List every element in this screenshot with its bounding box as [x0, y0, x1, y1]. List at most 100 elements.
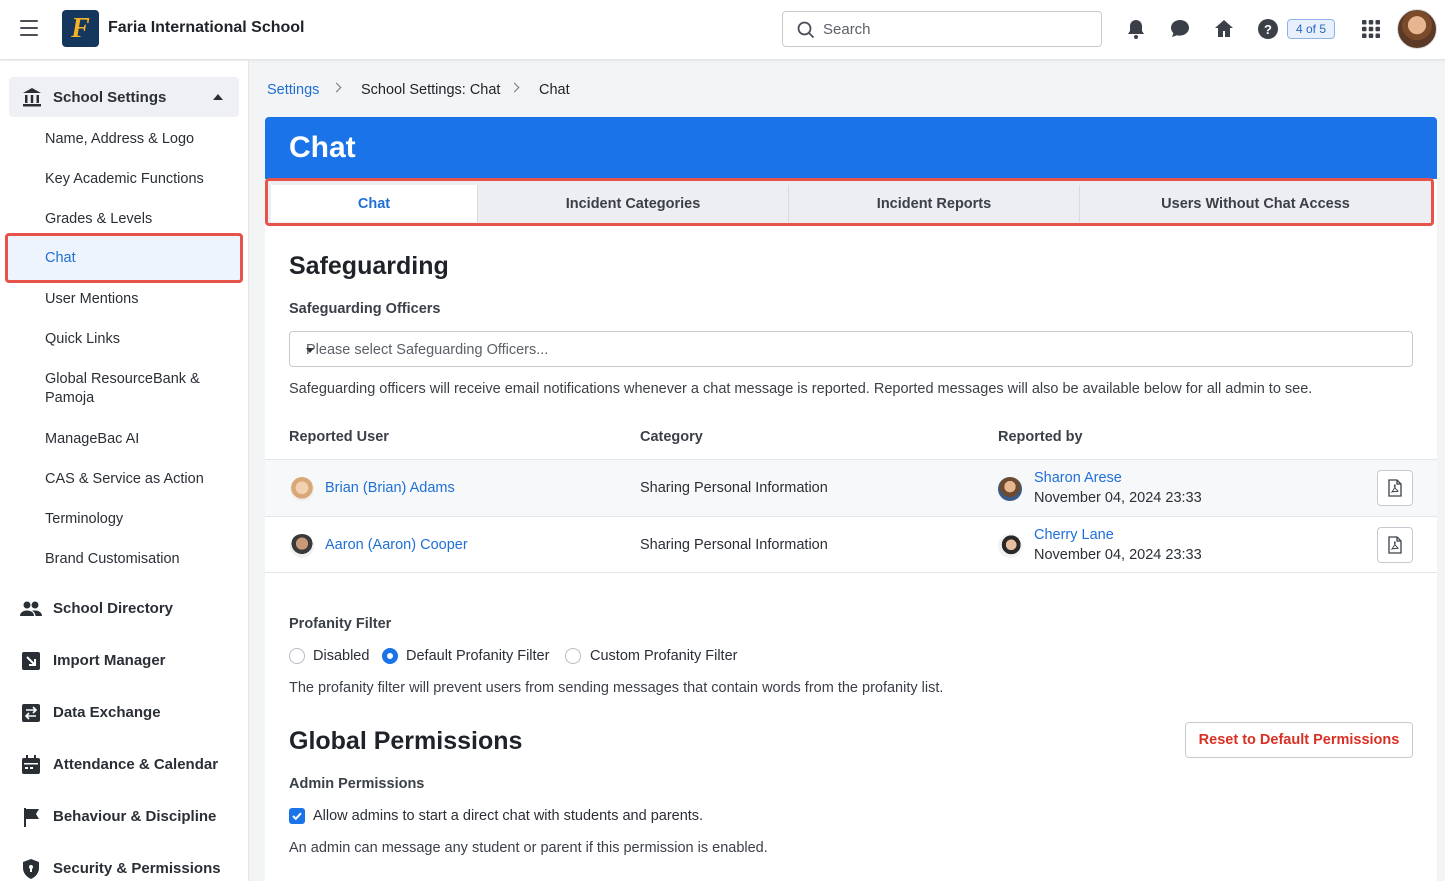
- flag-icon: [24, 808, 39, 827]
- sidebar-item-attendance-calendar[interactable]: Attendance & Calendar: [20, 753, 240, 777]
- sidebar-item-label: Pamoja: [45, 390, 95, 406]
- safeguarding-officers-select[interactable]: Please select Safeguarding Officers...: [289, 331, 1413, 367]
- column-header-reported-user: Reported User: [289, 429, 389, 445]
- report-date: November 04, 2024 23:33: [1034, 490, 1202, 506]
- sidebar-item-grades-levels[interactable]: Grades & Levels: [45, 211, 152, 227]
- radio-custom-profanity-filter[interactable]: [565, 648, 581, 664]
- profanity-description: The profanity filter will prevent users …: [289, 680, 944, 696]
- profanity-filter-label: Profanity Filter: [289, 616, 392, 632]
- admin-direct-chat-label[interactable]: Allow admins to start a direct chat with…: [313, 808, 703, 824]
- sidebar: School Settings Name, Address & Logo Key…: [0, 61, 249, 881]
- caret-up-icon[interactable]: [213, 94, 223, 100]
- download-pdf-button[interactable]: [1377, 527, 1413, 563]
- tab-bar: Chat Incident Categories Incident Report…: [265, 178, 1434, 226]
- reporter-link[interactable]: Cherry Lane: [1034, 527, 1114, 543]
- tab-chat[interactable]: Chat: [271, 185, 478, 222]
- column-header-category: Category: [640, 429, 703, 445]
- avatar: [998, 534, 1022, 558]
- svg-text:?: ?: [1264, 22, 1272, 37]
- reset-default-permissions-button[interactable]: Reset to Default Permissions: [1185, 722, 1413, 758]
- school-name: Faria International School: [108, 19, 305, 36]
- bell-icon[interactable]: [1124, 17, 1148, 41]
- sidebar-item-behaviour-discipline[interactable]: Behaviour & Discipline: [20, 805, 240, 829]
- sidebar-item-quick-links[interactable]: Quick Links: [45, 331, 120, 347]
- shield-icon: [23, 859, 39, 879]
- sidebar-item-label: Data Exchange: [53, 704, 161, 721]
- sidebar-item-name-address-logo[interactable]: Name, Address & Logo: [45, 131, 194, 147]
- sidebar-item-label: Security & Permissions: [53, 860, 221, 877]
- category-text: Sharing Personal Information: [640, 480, 828, 496]
- exchange-icon: [22, 704, 40, 722]
- sidebar-item-key-academic-functions[interactable]: Key Academic Functions: [45, 171, 204, 187]
- user-avatar[interactable]: [1397, 9, 1437, 49]
- radio-label-default[interactable]: Default Profanity Filter: [406, 648, 549, 664]
- school-logo[interactable]: F: [62, 10, 99, 47]
- avatar: [998, 477, 1022, 501]
- page-title: Chat: [289, 131, 356, 164]
- search-box[interactable]: [782, 11, 1102, 47]
- sidebar-item-security-permissions[interactable]: Security & Permissions: [20, 857, 240, 881]
- table-row: Brian (Brian) Adams Sharing Personal Inf…: [265, 459, 1437, 516]
- chat-bubble-icon[interactable]: [1168, 17, 1192, 41]
- avatar: [290, 534, 314, 558]
- sidebar-item-terminology[interactable]: Terminology: [45, 511, 123, 527]
- pdf-file-icon: [1388, 536, 1402, 554]
- sidebar-item-managebac-ai[interactable]: ManageBac AI: [45, 431, 139, 447]
- category-text: Sharing Personal Information: [640, 537, 828, 553]
- sidebar-item-import-manager[interactable]: Import Manager: [20, 649, 240, 673]
- admin-permissions-label: Admin Permissions: [289, 776, 425, 792]
- tab-incident-categories[interactable]: Incident Categories: [478, 185, 789, 222]
- import-icon: [22, 652, 40, 670]
- download-pdf-button[interactable]: [1377, 470, 1413, 506]
- sidebar-item-chat[interactable]: Chat: [5, 233, 243, 283]
- column-header-reported-by: Reported by: [998, 429, 1083, 445]
- breadcrumb-chat: Chat: [539, 82, 570, 98]
- sidebar-item-user-mentions[interactable]: User Mentions: [45, 291, 138, 307]
- sidebar-group-school-settings[interactable]: School Settings: [9, 77, 239, 117]
- tab-incident-reports[interactable]: Incident Reports: [789, 185, 1080, 222]
- breadcrumb-settings[interactable]: Settings: [267, 82, 319, 98]
- safeguarding-title: Safeguarding: [289, 252, 449, 280]
- sidebar-item-label: Behaviour & Discipline: [53, 808, 217, 825]
- radio-label-disabled[interactable]: Disabled: [313, 648, 369, 664]
- radio-default-profanity-filter[interactable]: [382, 648, 398, 664]
- card-header: Chat: [265, 117, 1437, 179]
- search-icon: [797, 21, 815, 39]
- radio-label-custom[interactable]: Custom Profanity Filter: [590, 648, 737, 664]
- sidebar-item-label: Global ResourceBank &: [45, 371, 200, 387]
- sidebar-item-global-resourcebank[interactable]: Global ResourceBank & Pamoja: [45, 371, 200, 406]
- bank-icon: [23, 88, 41, 107]
- sidebar-item-brand-customisation[interactable]: Brand Customisation: [45, 551, 180, 567]
- menu-icon[interactable]: [20, 20, 38, 36]
- chevron-right-icon: [331, 82, 342, 93]
- global-permissions-title: Global Permissions: [289, 727, 523, 755]
- reporter-link[interactable]: Sharon Arese: [1034, 470, 1122, 486]
- help-icon[interactable]: ?: [1256, 17, 1280, 41]
- breadcrumb-school-settings-chat[interactable]: School Settings: Chat: [361, 82, 500, 98]
- sidebar-group-label: School Settings: [53, 89, 167, 106]
- top-bar: F Faria International School ? 4 of 5: [0, 0, 1445, 60]
- steps-badge[interactable]: 4 of 5: [1287, 19, 1336, 39]
- avatar: [290, 477, 314, 501]
- sidebar-item-label: Chat: [45, 250, 76, 266]
- safeguarding-officers-label: Safeguarding Officers: [289, 301, 441, 317]
- sidebar-item-school-directory[interactable]: School Directory: [20, 597, 240, 621]
- sidebar-item-label: Import Manager: [53, 652, 166, 669]
- radio-disabled[interactable]: [289, 648, 305, 664]
- table-row: Aaron (Aaron) Cooper Sharing Personal In…: [265, 516, 1437, 573]
- home-icon[interactable]: [1212, 17, 1236, 41]
- pdf-file-icon: [1388, 479, 1402, 497]
- admin-direct-chat-checkbox[interactable]: [289, 808, 305, 824]
- sidebar-item-label: Attendance & Calendar: [53, 756, 219, 773]
- apps-grid-icon[interactable]: [1359, 17, 1383, 41]
- search-input[interactable]: [823, 19, 1083, 39]
- checkmark-icon: [292, 812, 302, 821]
- admin-permission-note: An admin can message any student or pare…: [289, 840, 768, 856]
- sidebar-item-label: School Directory: [53, 600, 174, 617]
- reported-user-link[interactable]: Aaron (Aaron) Cooper: [325, 537, 468, 553]
- chevron-right-icon: [509, 82, 520, 93]
- tab-users-without-chat-access[interactable]: Users Without Chat Access: [1080, 185, 1431, 222]
- sidebar-item-data-exchange[interactable]: Data Exchange: [20, 701, 240, 725]
- reported-user-link[interactable]: Brian (Brian) Adams: [325, 480, 455, 496]
- sidebar-item-cas-service[interactable]: CAS & Service as Action: [45, 471, 204, 487]
